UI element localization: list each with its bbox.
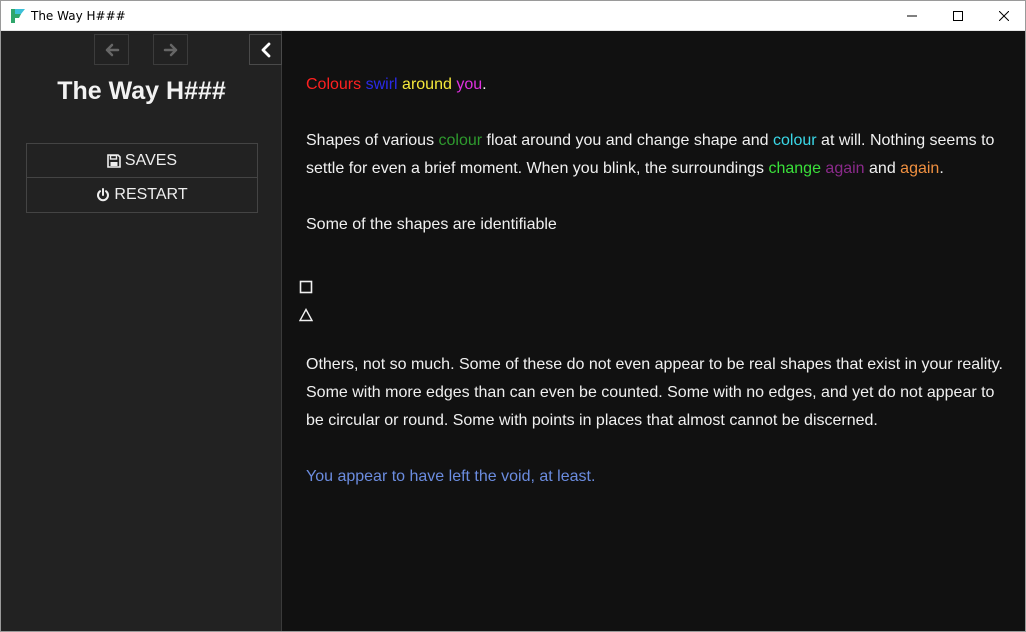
passage-text-run: again [825, 160, 865, 177]
square-shape [299, 273, 313, 301]
sidebar-collapse-button[interactable] [249, 34, 282, 65]
passage-text-run: you [456, 76, 483, 93]
restart-button[interactable]: RESTART [26, 178, 258, 213]
passage-text-run: . [482, 76, 487, 93]
app-window: The Way H### The Way H### SAVES RESTART … [0, 0, 1026, 632]
restart-label: RESTART [114, 186, 188, 203]
minimize-icon [907, 15, 917, 17]
passage-paragraph-identifiable: Some of the shapes are identifiable [306, 216, 557, 233]
saves-button[interactable]: SAVES [26, 143, 258, 178]
passage-text-run: again [900, 160, 940, 177]
maximize-button[interactable] [935, 1, 981, 31]
passage-text-run: change [768, 160, 821, 177]
story-passage: Colours swirl around you. Shapes of vari… [306, 71, 1006, 519]
minimize-button[interactable] [889, 1, 935, 31]
triangle-icon [299, 308, 313, 322]
passage-paragraph-others: Others, not so much. Some of these do no… [306, 356, 1003, 429]
triangle-shape [299, 301, 313, 329]
shapes-spacer [306, 267, 1006, 351]
passage-text-run: colour [438, 132, 483, 149]
passage-text-run: swirl [365, 76, 398, 93]
passage-text-run: Colours [306, 76, 362, 93]
passage-link-continue[interactable]: You appear to have left the void, at lea… [306, 468, 595, 485]
story-title: The Way H### [57, 77, 226, 105]
app-logo-icon [11, 9, 25, 23]
passage-paragraph-shapes: Shapes of various colour float around yo… [306, 127, 1006, 183]
arrow-right-icon [163, 43, 177, 56]
power-icon [97, 188, 110, 202]
chevron-left-icon [261, 42, 270, 57]
close-icon [999, 11, 1009, 21]
square-icon [299, 280, 313, 294]
saves-label: SAVES [124, 151, 178, 169]
sidebar: The Way H### SAVES RESTART [1, 31, 282, 631]
title-bar: The Way H### [1, 1, 1025, 31]
passage-text-run: Shapes of various [306, 132, 439, 149]
passage-text-run: around [402, 76, 452, 93]
arrow-left-icon [105, 43, 119, 56]
passage-paragraph-colours: Colours swirl around you. [306, 71, 1006, 99]
passage-text-run: and [864, 160, 901, 177]
history-forward-button[interactable] [153, 34, 188, 65]
passage-text-run: . [939, 160, 944, 177]
passage-text-run: float around you and change shape and [482, 132, 774, 149]
story-menu: SAVES RESTART [26, 143, 258, 213]
close-button[interactable] [981, 1, 1026, 31]
passage-text-run: colour [773, 132, 817, 149]
history-back-button[interactable] [94, 34, 129, 65]
window-title: The Way H### [31, 9, 126, 23]
maximize-icon [953, 11, 963, 21]
shape-list [299, 273, 313, 329]
floppy-disk-icon [107, 153, 121, 168]
